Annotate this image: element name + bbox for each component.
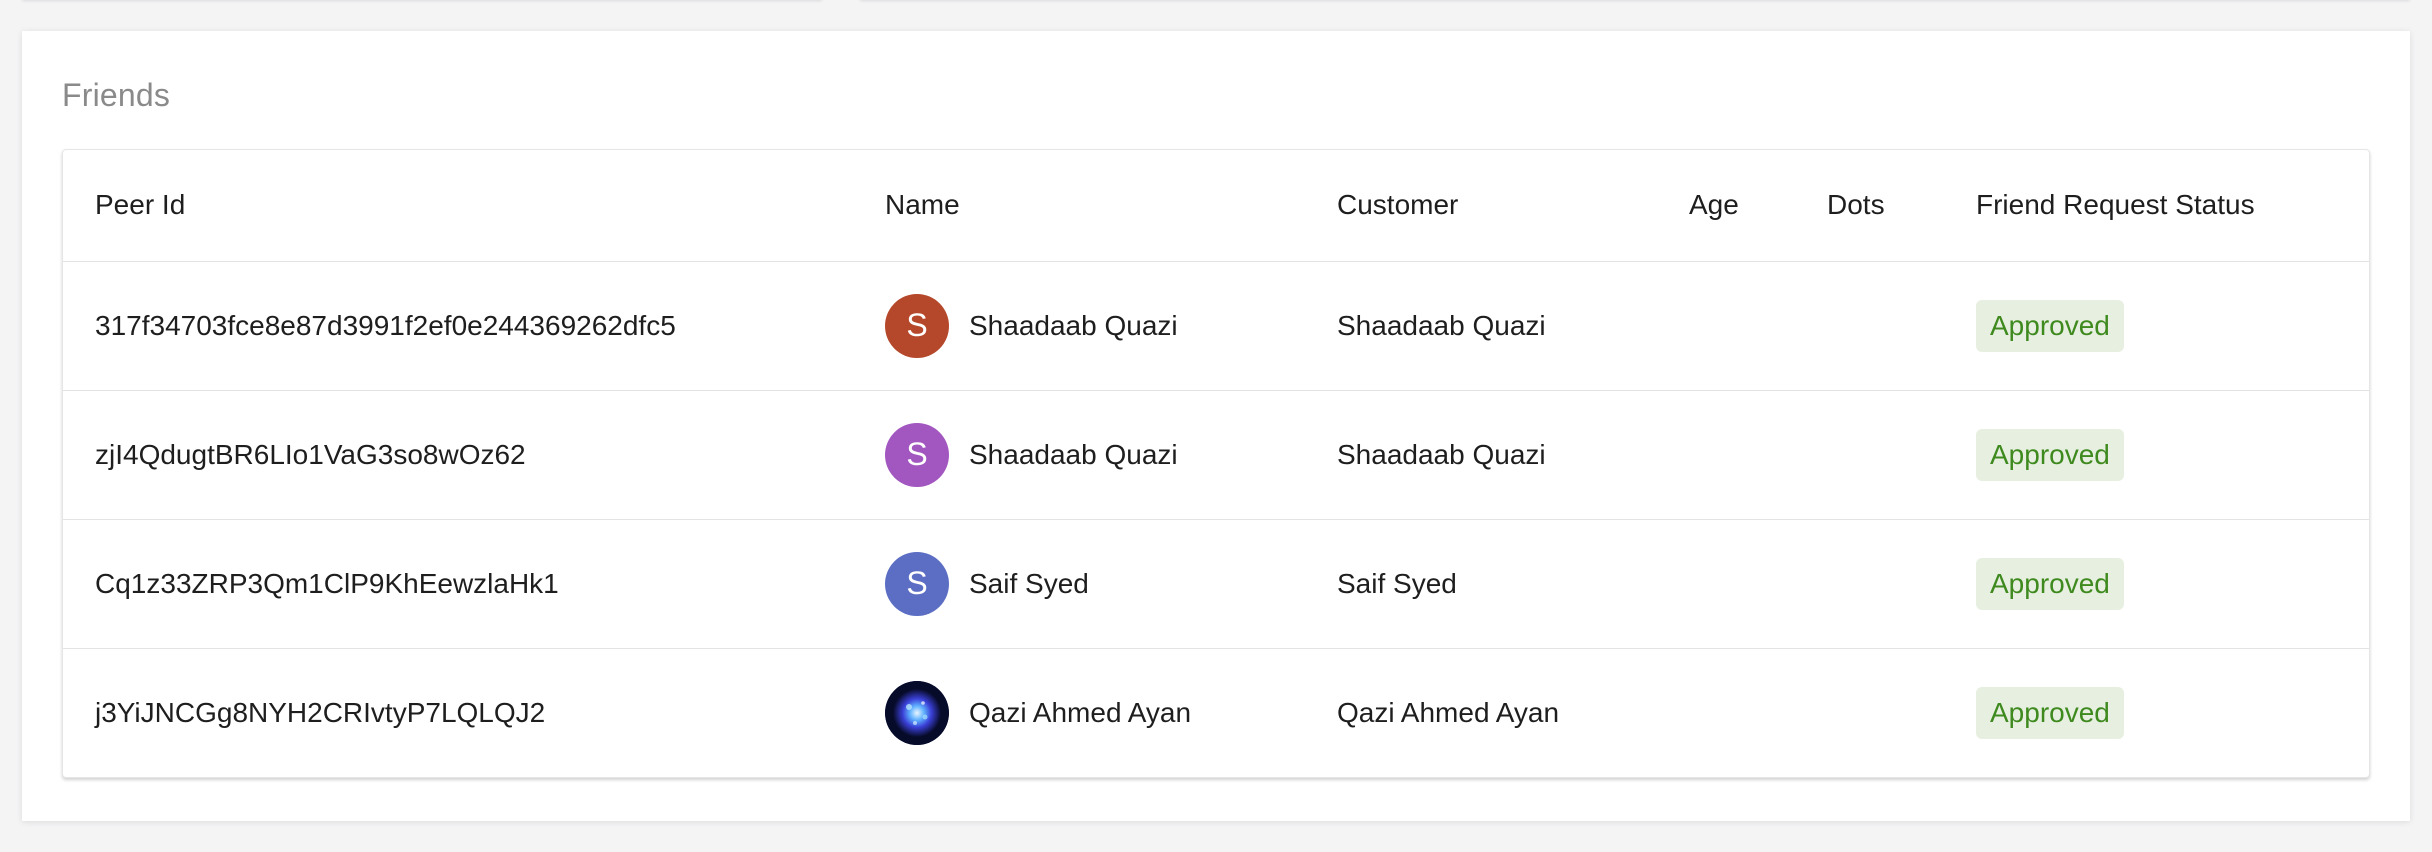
peer-id-cell: j3YiJNCGg8NYH2CRIvtyP7LQLQJ2 (63, 647, 853, 777)
column-header-age[interactable]: Age (1657, 150, 1795, 262)
avatar: S (885, 422, 949, 487)
age-cell (1657, 261, 1795, 390)
status-cell: Approved (1944, 389, 2369, 519)
name-cell: S Shaadaab Quazi (885, 293, 1305, 358)
name-cell-wrapper: S Saif Syed (853, 518, 1305, 648)
table-row[interactable]: Cq1z33ZRP3Qm1ClP9KhEewzlaHk1 S Saif Syed… (63, 518, 2369, 648)
friend-name: Shaadaab Quazi (969, 309, 1178, 341)
column-header-peer-id[interactable]: Peer Id (63, 150, 853, 262)
dots-cell (1795, 647, 1944, 777)
friend-name: Qazi Ahmed Ayan (969, 696, 1192, 728)
customer-cell: Shaadaab Quazi (1305, 389, 1657, 519)
galaxy-avatar-icon (885, 680, 949, 745)
friends-table: Peer Id Name Customer Age Dots Friend Re… (63, 150, 2369, 777)
avatar: S (885, 551, 949, 616)
dots-cell (1795, 261, 1944, 390)
friends-card: Friends Peer Id Name Customer Age Dots F… (22, 31, 2410, 821)
status-cell: Approved (1944, 518, 2369, 648)
column-header-status[interactable]: Friend Request Status (1944, 150, 2369, 262)
table-row[interactable]: 317f34703fce8e87d3991f2ef0e244369262dfc5… (63, 261, 2369, 390)
age-cell (1657, 518, 1795, 648)
friends-table-container: Peer Id Name Customer Age Dots Friend Re… (62, 149, 2370, 778)
age-cell (1657, 389, 1795, 519)
peer-id-cell: Cq1z33ZRP3Qm1ClP9KhEewzlaHk1 (63, 518, 853, 648)
table-row[interactable]: j3YiJNCGg8NYH2CRIvtyP7LQLQJ2 Qazi Ahmed … (63, 647, 2369, 777)
customer-cell: Qazi Ahmed Ayan (1305, 647, 1657, 777)
avatar-image (885, 680, 949, 745)
name-cell: S Shaadaab Quazi (885, 422, 1305, 487)
status-cell: Approved (1944, 261, 2369, 390)
peer-id-cell: zjI4QdugtBR6LIo1VaG3so8wOz62 (63, 389, 853, 519)
name-cell-wrapper: S Shaadaab Quazi (853, 261, 1305, 390)
name-cell: S Saif Syed (885, 551, 1305, 616)
status-badge: Approved (1976, 299, 2124, 352)
dots-cell (1795, 389, 1944, 519)
column-header-dots[interactable]: Dots (1795, 150, 1944, 262)
dots-cell (1795, 518, 1944, 648)
status-badge: Approved (1976, 428, 2124, 481)
friend-name: Shaadaab Quazi (969, 438, 1178, 470)
status-badge: Approved (1976, 686, 2124, 739)
peer-id-cell: 317f34703fce8e87d3991f2ef0e244369262dfc5 (95, 309, 676, 341)
section-title: Friends (62, 77, 171, 113)
age-cell (1657, 647, 1795, 777)
status-badge: Approved (1976, 557, 2124, 610)
table-header-row: Peer Id Name Customer Age Dots Friend Re… (63, 150, 2369, 262)
status-cell: Approved (1944, 647, 2369, 777)
friend-name: Saif Syed (969, 567, 1089, 599)
column-header-customer[interactable]: Customer (1305, 150, 1657, 262)
column-header-name[interactable]: Name (853, 150, 1305, 262)
name-cell: Qazi Ahmed Ayan (885, 680, 1305, 745)
name-cell-wrapper: S Shaadaab Quazi (853, 389, 1305, 519)
avatar: S (885, 293, 949, 358)
table-row[interactable]: zjI4QdugtBR6LIo1VaG3so8wOz62 S Shaadaab … (63, 389, 2369, 519)
name-cell-wrapper: Qazi Ahmed Ayan (853, 647, 1305, 777)
customer-cell: Shaadaab Quazi (1337, 309, 1546, 341)
customer-cell: Saif Syed (1305, 518, 1657, 648)
